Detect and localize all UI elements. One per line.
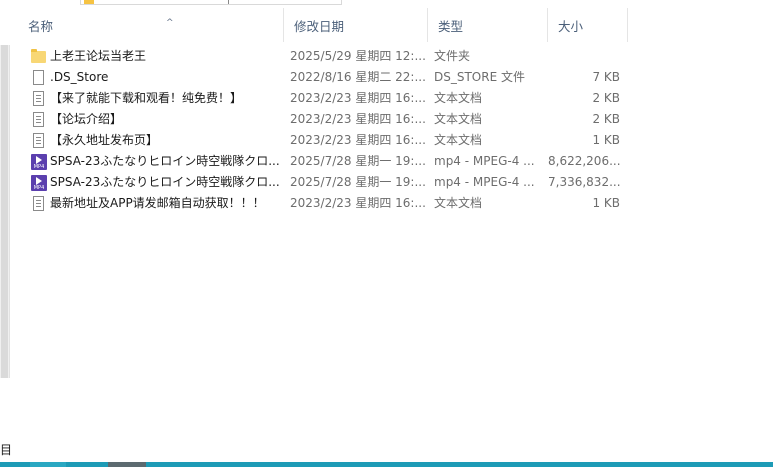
mp4-badge-label: MP4 <box>33 185 45 191</box>
file-row[interactable]: MP4 SPSA-23ふたなりヒロイン時空戦隊クロ... 2025/7/28 星… <box>18 151 638 172</box>
file-name: .DS_Store <box>50 70 109 84</box>
file-date: 2025/7/28 星期一 19:... <box>290 175 426 189</box>
file-name: 【论坛介绍】 <box>50 112 123 126</box>
file-type: mp4 - MPEG-4 ... <box>434 154 535 168</box>
file-date: 2022/8/16 星期二 22:... <box>290 70 426 84</box>
file-date: 2023/2/23 星期四 16:... <box>290 91 426 105</box>
file-date: 2025/7/28 星期一 19:... <box>290 154 426 168</box>
file-name: 【来了就能下载和观看！纯免费！】 <box>50 91 243 105</box>
file-row[interactable]: 【论坛介绍】 2023/2/23 星期四 16:... 文本文档 2 KB <box>18 109 638 130</box>
mp4-file-icon: MP4 <box>31 175 47 191</box>
file-list: 上老王论坛当老王 2025/5/29 星期四 12:... 文件夹 .DS_St… <box>18 46 638 214</box>
file-date: 2023/2/23 星期四 16:... <box>290 133 426 147</box>
file-size: 1 KB <box>592 196 620 210</box>
column-header-row: 名称 ^ 修改日期 类型 大小 <box>18 8 773 42</box>
scrollbar-thumb[interactable] <box>1 45 8 378</box>
file-type: DS_STORE 文件 <box>434 70 525 84</box>
file-date: 2023/2/23 星期四 16:... <box>290 112 426 126</box>
file-row[interactable]: MP4 SPSA-23ふたなりヒロイン時空戦隊クロ... 2025/7/28 星… <box>18 172 638 193</box>
file-size <box>548 46 620 67</box>
file-icon <box>31 70 47 86</box>
file-name: SPSA-23ふたなりヒロイン時空戦隊クロ... <box>50 175 280 189</box>
file-row[interactable]: 【来了就能下载和观看！纯免费！】 2023/2/23 星期四 16:... 文本… <box>18 88 638 109</box>
file-type: 文本文档 <box>434 133 483 147</box>
text-file-icon <box>31 196 47 212</box>
file-size: 8,622,206... <box>548 154 620 168</box>
sort-ascending-icon: ^ <box>166 18 174 28</box>
column-header-size[interactable]: 大小 <box>548 8 628 42</box>
address-folder-icon <box>84 0 94 4</box>
column-header-type[interactable]: 类型 <box>428 8 548 42</box>
column-header-name-label: 名称 <box>28 19 54 34</box>
address-bar-fragment <box>0 0 773 6</box>
file-name: 上老王论坛当老王 <box>50 49 147 63</box>
file-type: 文本文档 <box>434 91 483 105</box>
file-row[interactable]: .DS_Store 2022/8/16 星期二 22:... DS_STORE … <box>18 67 638 88</box>
column-header-size-label: 大小 <box>558 19 584 34</box>
text-file-icon <box>31 112 47 128</box>
file-type: mp4 - MPEG-4 ... <box>434 175 535 189</box>
navigation-pane-scrollbar[interactable] <box>0 45 10 378</box>
column-header-type-label: 类型 <box>438 19 464 34</box>
text-file-icon <box>31 91 47 107</box>
mp4-badge-label: MP4 <box>33 164 45 170</box>
taskbar-button[interactable] <box>108 462 146 467</box>
address-box[interactable] <box>80 0 342 5</box>
address-separator <box>228 0 229 4</box>
file-type: 文件夹 <box>434 49 471 63</box>
folder-icon <box>31 49 47 65</box>
file-date: 2023/2/23 星期四 16:... <box>290 196 426 210</box>
file-size: 2 KB <box>592 112 620 126</box>
mp4-file-icon: MP4 <box>31 154 47 170</box>
taskbar <box>0 462 773 467</box>
file-name: SPSA-23ふたなりヒロイン時空戦隊クロ... <box>50 154 280 168</box>
column-header-name[interactable]: 名称 <box>18 8 284 42</box>
file-size: 7,336,832... <box>548 175 620 189</box>
file-type: 文本文档 <box>434 112 483 126</box>
file-size: 2 KB <box>592 91 620 105</box>
file-name: 最新地址及APP请发邮箱自动获取！！！ <box>50 196 265 210</box>
taskbar-button[interactable] <box>30 462 66 467</box>
file-type: 文本文档 <box>434 196 483 210</box>
file-name: 【永久地址发布页】 <box>50 133 159 147</box>
text-file-icon <box>31 133 47 149</box>
file-size: 7 KB <box>592 70 620 84</box>
file-date: 2025/5/29 星期四 12:... <box>290 49 426 63</box>
column-header-date-label: 修改日期 <box>294 19 345 34</box>
file-size: 1 KB <box>592 133 620 147</box>
status-bar-item-count: 目 <box>0 443 13 457</box>
file-row[interactable]: 最新地址及APP请发邮箱自动获取！！！ 2023/2/23 星期四 16:...… <box>18 193 638 214</box>
file-row[interactable]: 【永久地址发布页】 2023/2/23 星期四 16:... 文本文档 1 KB <box>18 130 638 151</box>
column-header-date[interactable]: 修改日期 <box>284 8 428 42</box>
file-row[interactable]: 上老王论坛当老王 2025/5/29 星期四 12:... 文件夹 <box>18 46 638 67</box>
